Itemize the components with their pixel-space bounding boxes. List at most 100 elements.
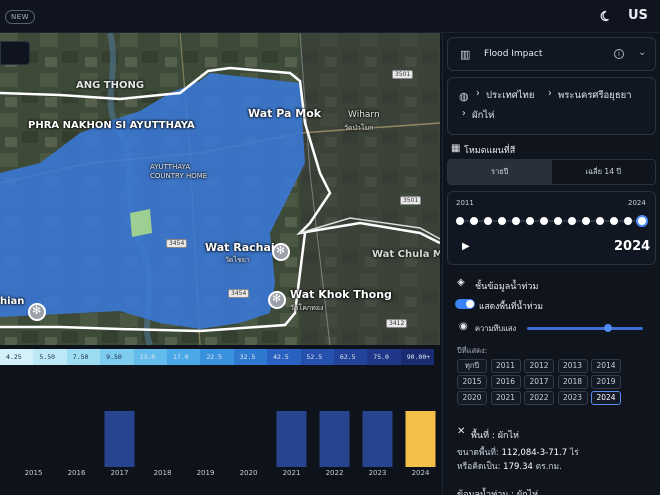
x-tick-label: 2015 xyxy=(25,469,43,477)
bar-2022[interactable] xyxy=(319,411,350,467)
timeline-dot[interactable] xyxy=(610,217,618,225)
show-flood-toggle[interactable] xyxy=(455,299,475,309)
globe-icon: ◍ xyxy=(459,90,469,103)
legend-step: 75.0 xyxy=(367,349,401,365)
show-flood-label: แสดงพื้นที่น้ำท่วม xyxy=(479,302,543,312)
road-shield: 3501 xyxy=(392,70,414,79)
year-filter-button[interactable]: 2016 xyxy=(490,375,521,389)
x-tick-label: 2021 xyxy=(283,469,301,477)
timeline-dot[interactable] xyxy=(624,217,632,225)
timeline-start: 2011 xyxy=(456,199,474,207)
year-filter-button[interactable]: ทุกปี xyxy=(457,359,487,373)
area-size-label: ขนาดพื้นที่: xyxy=(457,448,499,458)
play-icon[interactable]: ▶ xyxy=(462,241,470,252)
legend-step: 90.00+ xyxy=(400,349,435,365)
legend-step: 52.5 xyxy=(300,349,334,365)
timeline-dot[interactable] xyxy=(526,217,534,225)
timeline-dot[interactable] xyxy=(470,217,478,225)
timeline-dot[interactable] xyxy=(456,217,464,225)
bar-2024[interactable] xyxy=(405,411,436,467)
area-title: พื้นที่ : ผักไห่ xyxy=(471,431,519,441)
bar-2023[interactable] xyxy=(362,411,393,467)
temple-pin-icon[interactable] xyxy=(268,291,286,309)
map-view[interactable]: ANG THONG PHRA NAKHON SI AYUTTHAYA Wat P… xyxy=(0,33,440,345)
info-icon[interactable]: i xyxy=(614,49,624,59)
timeline-dot[interactable] xyxy=(596,217,604,225)
x-tick-label: 2020 xyxy=(240,469,258,477)
show-years-label: ปีที่แสดง: xyxy=(457,346,488,355)
road-shield: 3412 xyxy=(386,319,408,328)
timeline-dot[interactable] xyxy=(484,217,492,225)
year-filter-button[interactable]: 2018 xyxy=(557,375,588,389)
legend-step: 13.0 xyxy=(133,349,167,365)
bar-2017[interactable] xyxy=(104,411,135,467)
area-km-unit: ตร.กม. xyxy=(535,462,562,472)
temple-pin-icon[interactable] xyxy=(28,303,46,321)
area-size-unit: ไร่ xyxy=(569,448,579,458)
map-mode-tabs: รายปี เฉลี่ย 14 ปี xyxy=(447,159,656,185)
timeline-dot[interactable] xyxy=(636,215,648,227)
building-icon: ▥ xyxy=(460,48,471,61)
year-filter-button[interactable]: 2023 xyxy=(557,391,588,405)
label-wat-chula: Wat Chula M xyxy=(372,249,440,260)
opacity-slider-track[interactable] xyxy=(527,327,643,330)
year-timeline: 2011 2024 ▶ 2024 xyxy=(447,191,656,265)
legend-step: 32.5 xyxy=(233,349,268,365)
year-filter-button[interactable]: 2013 xyxy=(557,359,588,373)
label-ang-thong: ANG THONG xyxy=(76,80,145,91)
droplet-icon: ◉ xyxy=(459,321,468,332)
language-switch[interactable]: US xyxy=(628,8,648,23)
year-filter-button[interactable]: 2014 xyxy=(591,359,621,373)
breadcrumb-country[interactable]: ประเทศไทย xyxy=(486,88,534,103)
year-filter-button[interactable]: 2020 xyxy=(457,391,487,405)
label-khok-th: วัดโคกทอง xyxy=(290,304,324,312)
timeline-dot[interactable] xyxy=(540,217,548,225)
opacity-slider-handle[interactable] xyxy=(604,324,613,332)
bar-2021[interactable] xyxy=(276,411,307,467)
year-filter-button[interactable]: 2022 xyxy=(524,391,554,405)
timeline-dot[interactable] xyxy=(554,217,562,225)
road-shield: 3501 xyxy=(400,196,422,205)
breadcrumb: ◍ › ประเทศไทย › พระนครศรีอยุธยา › ผักไห่ xyxy=(447,77,656,135)
timeline-dot[interactable] xyxy=(512,217,520,225)
x-tick-label: 2024 xyxy=(412,469,430,477)
road-shield: 3454 xyxy=(166,239,188,248)
year-filter-button[interactable]: 2011 xyxy=(490,359,521,373)
flood-data-title: ข้อมูลน้ำท่วม : ผักไห่ xyxy=(457,490,539,495)
label-wat-khok-thong: Wat Khok Thong xyxy=(290,288,392,301)
moon-icon[interactable] xyxy=(600,10,612,22)
label-wat-rachai: Wat Rachai xyxy=(205,241,275,254)
layer-selector[interactable]: ▥ Flood Impact i ⌄ xyxy=(447,37,656,71)
breadcrumb-sep-icon: › xyxy=(548,88,552,99)
year-filter-button[interactable]: 2021 xyxy=(490,391,521,405)
legend-step: 42.5 xyxy=(267,349,301,365)
map-panel-toggle[interactable] xyxy=(0,41,30,65)
label-country-home: AYUTTHAYA COUNTRY HOME xyxy=(150,163,208,180)
timeline-dot[interactable] xyxy=(582,217,590,225)
temple-pin-icon[interactable] xyxy=(272,243,290,261)
chevron-down-icon[interactable]: ⌄ xyxy=(638,47,646,58)
x-tick-label: 2019 xyxy=(197,469,215,477)
area-size-line: ขนาดพื้นที่: 112,084-3-71.7 ไร่ xyxy=(457,445,579,459)
tab-average[interactable]: เฉลี่ย 14 ปี xyxy=(552,160,656,184)
breadcrumb-sep-icon: › xyxy=(476,88,480,99)
label-rachai-th: วัดไชยา xyxy=(225,256,250,264)
area-km-label: หรือคิดเป็น: xyxy=(457,462,501,472)
yearly-flood-chart: 2015 2016 2017 2018 2019 2020 2021 2022 2023 2024 xyxy=(0,369,440,495)
tab-yearly[interactable]: รายปี xyxy=(448,160,552,184)
year-filter-button[interactable]: 2017 xyxy=(524,375,554,389)
legend-step: 9.50 xyxy=(100,349,134,365)
timeline-dot[interactable] xyxy=(498,217,506,225)
current-year: 2024 xyxy=(614,239,651,254)
year-filter-button[interactable]: 2024 xyxy=(591,391,621,405)
year-filter-button[interactable]: 2019 xyxy=(591,375,621,389)
timeline-end: 2024 xyxy=(628,199,646,207)
year-filter-button[interactable]: 2015 xyxy=(457,375,487,389)
layer-title: Flood Impact xyxy=(484,49,543,59)
breadcrumb-district[interactable]: ผักไห่ xyxy=(472,108,494,123)
map-icon: ▦ xyxy=(451,143,461,154)
year-filter-button[interactable]: 2012 xyxy=(524,359,554,373)
timeline-dot[interactable] xyxy=(568,217,576,225)
area-km-line: หรือคิดเป็น: 179.34 ตร.กม. xyxy=(457,459,562,473)
breadcrumb-province[interactable]: พระนครศรีอยุธยา xyxy=(558,88,632,103)
